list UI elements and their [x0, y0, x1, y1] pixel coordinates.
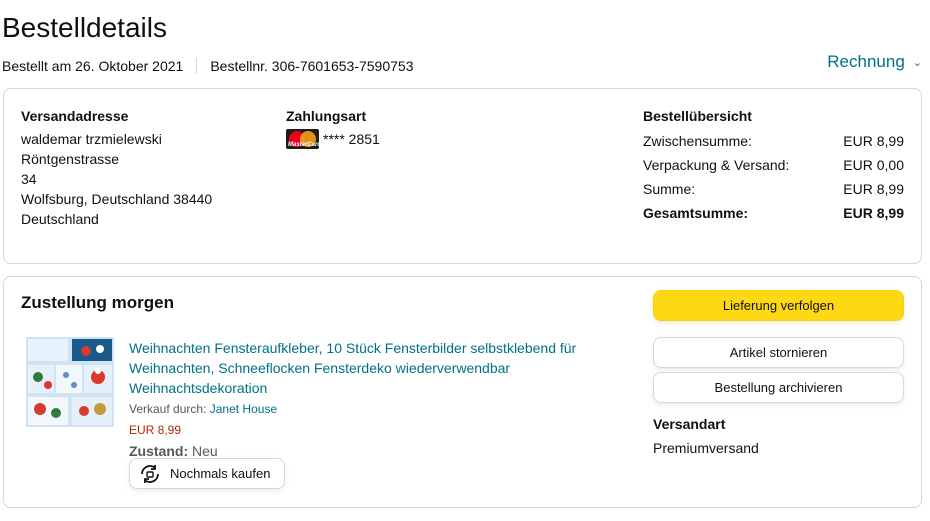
delivery-card: Zustellung morgen Weihnachten Fensterauf… — [3, 276, 922, 508]
summary-label: Zwischensumme: — [643, 133, 752, 149]
buy-again-button[interactable]: Nochmals kaufen — [129, 458, 285, 489]
summary-row-total: Gesamtsumme: EUR 8,99 — [643, 201, 904, 225]
payment-method: Zahlungsart MasterCard **** 2851 — [286, 106, 380, 149]
seller-link[interactable]: Janet House — [210, 402, 277, 416]
address-line: 34 — [21, 171, 37, 187]
order-info-card: Versandadresse waldemar trzmielewski Rön… — [3, 88, 922, 264]
track-delivery-button[interactable]: Lieferung verfolgen — [653, 290, 904, 321]
order-date: Bestellt am 26. Oktober 2021 — [2, 58, 184, 74]
summary-value: EUR 8,99 — [843, 181, 904, 197]
invoice-dropdown[interactable]: Rechnung ⌄ — [827, 52, 922, 72]
item-details: Weihnachten Fensteraufkleber, 10 Stück F… — [129, 338, 599, 461]
product-thumbnail — [26, 337, 114, 427]
order-summary: Bestellübersicht Zwischensumme: EUR 8,99… — [643, 106, 904, 225]
summary-label: Verpackung & Versand: — [643, 157, 790, 173]
shipping-heading: Versandadresse — [21, 108, 129, 124]
delivery-status: Zustellung morgen — [21, 293, 174, 312]
order-meta: Bestellt am 26. Oktober 2021 Bestellnr. … — [2, 58, 414, 74]
item-title-link[interactable]: Weihnachten Fensteraufkleber, 10 Stück F… — [129, 338, 599, 398]
invoice-label: Rechnung — [827, 52, 905, 71]
summary-heading: Bestellübersicht — [643, 108, 752, 124]
summary-row-subtotal: Zwischensumme: EUR 8,99 — [643, 129, 904, 153]
seller-prefix: Verkauf durch: — [129, 402, 207, 416]
buy-again-label: Nochmals kaufen — [170, 466, 271, 481]
chevron-down-icon: ⌄ — [912, 56, 922, 69]
summary-value: EUR 8,99 — [843, 205, 904, 221]
page-title: Bestelldetails — [2, 12, 167, 43]
condition-value: Neu — [192, 443, 218, 459]
payment-line: MasterCard **** 2851 — [286, 129, 380, 149]
product-image[interactable] — [26, 337, 114, 427]
summary-row-sum: Summe: EUR 8,99 — [643, 177, 904, 201]
mastercard-icon: MasterCard — [286, 129, 319, 149]
summary-label: Gesamtsumme: — [643, 205, 749, 221]
summary-value: EUR 0,00 — [843, 157, 904, 173]
order-number: Bestellnr. 306-7601653-7590753 — [210, 58, 414, 74]
summary-label: Summe: — [643, 181, 696, 197]
divider — [196, 58, 198, 74]
address-line: Wolfsburg, Deutschland 38440 — [21, 191, 213, 207]
address-line: Röntgenstrasse — [21, 151, 120, 167]
shipping-address: Versandadresse waldemar trzmielewski Rön… — [21, 106, 212, 229]
shipping-type-value: Premiumversand — [653, 440, 759, 456]
condition-label: Zustand: — [129, 443, 189, 459]
rebuy-icon — [141, 464, 159, 483]
shipping-type: Versandart Premiumversand — [653, 412, 759, 460]
archive-order-button[interactable]: Bestellung archivieren — [653, 372, 904, 403]
shipping-type-heading: Versandart — [653, 416, 726, 432]
address-line: waldemar trzmielewski — [21, 131, 162, 147]
summary-value: EUR 8,99 — [843, 133, 904, 149]
cancel-item-button[interactable]: Artikel stornieren — [653, 337, 904, 368]
seller-line: Verkauf durch: Janet House — [129, 399, 599, 419]
payment-heading: Zahlungsart — [286, 108, 367, 124]
card-number: **** 2851 — [323, 131, 380, 147]
address-line: Deutschland — [21, 211, 99, 227]
item-price: EUR 8,99 — [129, 423, 182, 437]
summary-row-shipping: Verpackung & Versand: EUR 0,00 — [643, 153, 904, 177]
